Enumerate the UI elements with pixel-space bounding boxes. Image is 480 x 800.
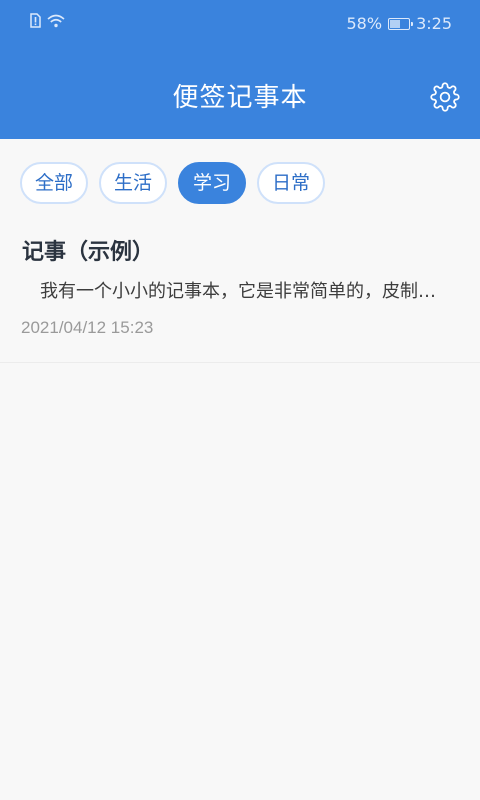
sim-alert-icon [30, 13, 41, 32]
battery-level [390, 20, 401, 28]
battery-icon [388, 18, 414, 30]
status-right: 58% 3:25 [347, 13, 453, 35]
note-title: 记事（示例） [22, 240, 155, 265]
settings-button[interactable] [427, 79, 463, 115]
status-time: 3:25 [416, 14, 452, 33]
category-tabs: 全部 生活 学习 日常 [20, 162, 326, 204]
tab-daily[interactable]: 日常 [257, 162, 326, 204]
note-list-item[interactable]: 记事（示例） 我有一个小小的记事本，它是非常简单的，皮制… 2021/04/12… [0, 224, 480, 363]
tab-life[interactable]: 生活 [99, 162, 168, 204]
status-left-icons [30, 13, 65, 32]
note-datetime: 2021/04/12 15:23 [21, 318, 154, 337]
app-title: 便签记事本 [172, 83, 308, 113]
gear-icon [430, 82, 460, 112]
status-bar: 58% 3:25 [0, 0, 480, 48]
tab-all[interactable]: 全部 [20, 162, 89, 204]
battery-percent: 58% [346, 14, 383, 33]
wifi-icon [47, 13, 65, 32]
tab-study[interactable]: 学习 [178, 162, 247, 204]
app-header: 58% 3:25 便签记事本 [0, 0, 480, 139]
note-preview: 我有一个小小的记事本，它是非常简单的，皮制… [22, 281, 436, 302]
